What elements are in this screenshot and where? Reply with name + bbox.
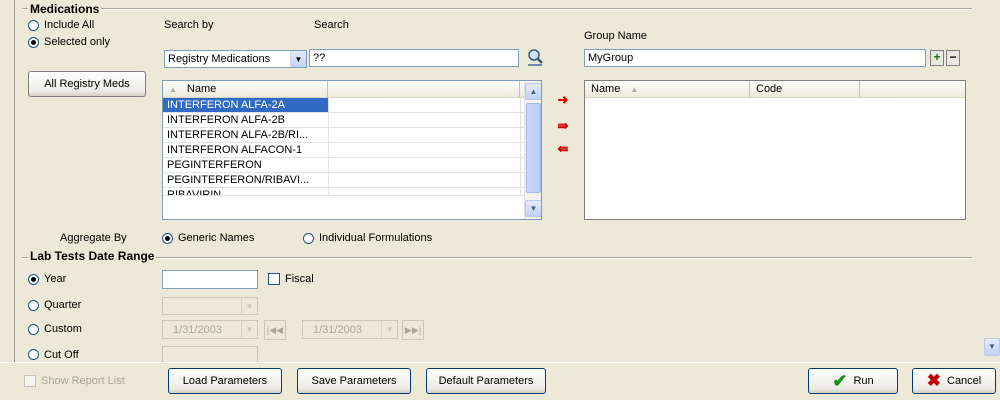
default-parameters-button[interactable]: Default Parameters [426,368,546,394]
include-all-radio[interactable]: Include All [28,19,94,31]
chevron-down-icon[interactable]: ▼ [241,321,257,338]
search-by-label: Search by [164,19,214,31]
search-input[interactable]: ?? [309,49,519,67]
medications-list-header: ▲ Name [163,81,541,98]
close-icon: ✖ [926,371,941,390]
radio-circle [28,36,39,48]
quarter-label: Quarter [44,299,82,311]
generic-names-label: Generic Names [178,232,255,244]
custom-radio[interactable]: Custom [28,323,82,335]
list-item[interactable]: PEGINTERFERON [163,158,541,173]
medications-separator [22,8,972,10]
quarter-select[interactable]: ▼ [162,297,258,315]
group-list[interactable]: Name ▲ Code [584,80,966,220]
last-page-icon[interactable]: ▶▶| [402,320,424,340]
checkbox-box [268,273,280,285]
remove-group-icon[interactable]: − [946,50,960,66]
medications-title: Medications [28,2,102,16]
group-name-column-header[interactable]: Name ▲ [585,81,750,97]
cancel-button[interactable]: ✖ Cancel [912,368,996,394]
add-group-icon[interactable]: + [930,50,944,66]
scroll-thumb[interactable] [526,103,541,193]
blank-column-header [328,81,520,97]
search-by-value: Registry Medications [168,53,271,65]
search-label: Search [314,19,349,31]
radio-circle [28,273,39,285]
year-input[interactable] [162,270,258,289]
custom-label: Custom [44,323,82,335]
first-page-icon[interactable]: |◀◀ [264,320,286,340]
show-report-list-checkbox[interactable]: Show Report List [24,375,125,387]
individual-formulations-radio[interactable]: Individual Formulations [303,232,432,244]
add-selected-arrow-icon[interactable]: ➜ [553,93,573,107]
radio-circle [28,19,39,31]
checkbox-box [24,375,36,387]
group-name-label: Group Name [584,30,647,42]
individual-formulations-label: Individual Formulations [319,232,433,244]
search-by-select[interactable]: Registry Medications ▼ [164,50,307,68]
include-all-label: Include All [44,19,95,31]
chevron-down-icon[interactable]: ▼ [290,51,306,67]
group-name-input[interactable]: MyGroup [584,49,926,67]
left-margin [0,0,14,362]
radio-circle [28,323,39,335]
end-date-value: 1/31/2003 [313,323,362,336]
report-parameters-window: Medications Include All Selected only Al… [0,0,1000,400]
radio-circle [303,232,314,244]
load-parameters-button[interactable]: Load Parameters [168,368,282,394]
list-item[interactable]: INTERFERON ALFACON-1 [163,143,541,158]
list-item[interactable]: RIBAVIRIN [163,188,541,196]
all-registry-meds-button[interactable]: All Registry Meds [28,71,146,97]
aggregate-by-label: Aggregate By [60,232,127,244]
list-item[interactable]: INTERFERON ALFA-2B [163,113,541,128]
fiscal-label: Fiscal [285,273,314,285]
scroll-up-icon[interactable]: ▲ [525,83,541,100]
fiscal-checkbox[interactable]: Fiscal [268,273,314,285]
year-radio[interactable]: Year [28,273,66,285]
start-date-value: 1/31/2003 [173,323,222,336]
chevron-down-icon[interactable]: ▼ [381,321,397,338]
list-scrollbar[interactable]: ▲ ▼ [524,81,541,219]
page-scroll-down-icon[interactable]: ▼ [984,338,1000,356]
add-all-arrow-icon[interactable]: ⇛ [553,119,573,133]
chevron-down-icon[interactable]: ▼ [241,298,257,314]
radio-circle [28,299,39,311]
list-item[interactable]: PEGINTERFERON/RIBAVI... [163,173,541,188]
show-report-list-label: Show Report List [41,375,125,387]
radio-circle [28,349,39,360]
radio-circle [162,232,173,244]
end-date-picker[interactable]: 1/31/2003 ▼ [302,320,398,339]
footer-bar: Show Report List Load Parameters Save Pa… [0,362,1000,400]
group-code-column-header[interactable]: Code [750,81,860,97]
year-label: Year [44,273,67,285]
quarter-radio[interactable]: Quarter [28,299,81,311]
list-item[interactable]: INTERFERON ALFA-2B/RI... [163,128,541,143]
lab-tests-separator [22,257,972,259]
left-divider [14,0,15,362]
list-item[interactable]: INTERFERON ALFA-2A [163,98,541,113]
cut-off-label: Cut Off [44,348,79,361]
medications-list[interactable]: ▲ Name INTERFERON ALFA-2A INTERFERON ALFA… [162,80,542,220]
lab-tests-title: Lab Tests Date Range [28,249,157,263]
check-icon: ✔ [832,371,848,391]
generic-names-radio[interactable]: Generic Names [162,232,254,244]
selected-only-radio[interactable]: Selected only [28,36,110,48]
cut-off-input[interactable] [162,346,258,362]
remove-all-arrow-icon[interactable]: ⇚ [553,142,573,156]
group-list-header: Name ▲ Code [585,81,965,98]
cancel-label: Cancel [947,375,982,387]
start-date-picker[interactable]: 1/31/2003 ▼ [162,320,258,339]
selected-only-label: Selected only [44,36,111,48]
cut-off-radio[interactable]: Cut Off [28,347,79,362]
search-icon[interactable] [525,47,545,67]
save-parameters-button[interactable]: Save Parameters [297,368,411,394]
run-label: Run [853,375,874,387]
run-button[interactable]: ✔ Run [808,368,898,394]
name-column-header[interactable]: ▲ Name [163,81,328,97]
scroll-down-icon[interactable]: ▼ [525,200,541,217]
